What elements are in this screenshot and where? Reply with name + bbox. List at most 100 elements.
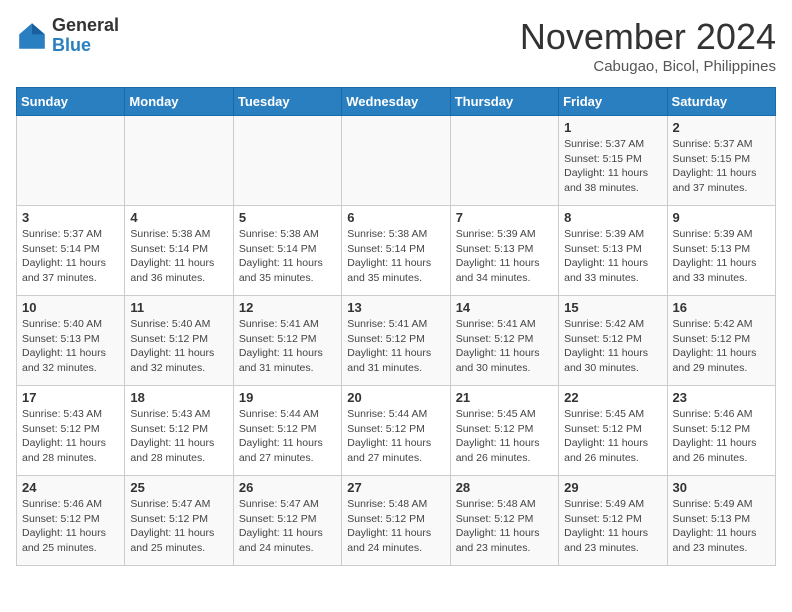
logo-general-text: General: [52, 16, 119, 36]
header-row: SundayMondayTuesdayWednesdayThursdayFrid…: [17, 88, 776, 116]
day-number: 21: [456, 390, 553, 405]
day-info: Sunrise: 5:38 AM Sunset: 5:14 PM Dayligh…: [239, 227, 336, 286]
day-info: Sunrise: 5:41 AM Sunset: 5:12 PM Dayligh…: [347, 317, 444, 376]
day-info: Sunrise: 5:49 AM Sunset: 5:12 PM Dayligh…: [564, 497, 661, 556]
day-info: Sunrise: 5:40 AM Sunset: 5:12 PM Dayligh…: [130, 317, 227, 376]
day-number: 15: [564, 300, 661, 315]
day-cell: 3Sunrise: 5:37 AM Sunset: 5:14 PM Daylig…: [17, 206, 125, 296]
day-cell: 12Sunrise: 5:41 AM Sunset: 5:12 PM Dayli…: [233, 296, 341, 386]
calendar-header: SundayMondayTuesdayWednesdayThursdayFrid…: [17, 88, 776, 116]
day-cell: 18 Sunrise: 5:43 AM Sunset: 5:12 PM Dayli…: [125, 386, 233, 476]
day-info: Sunrise: 5:45 AM Sunset: 5:12 PM Dayligh…: [564, 407, 661, 466]
day-cell: 30Sunrise: 5:49 AM Sunset: 5:13 PM Dayli…: [667, 476, 775, 566]
day-cell: [233, 116, 341, 206]
header-cell-wednesday: Wednesday: [342, 88, 450, 116]
day-cell: 2 Sunrise: 5:37 AM Sunset: 5:15 PM Daylig…: [667, 116, 775, 206]
day-cell: 4 Sunrise: 5:38 AM Sunset: 5:14 PM Daylig…: [125, 206, 233, 296]
day-info: Sunrise: 5:37 AM Sunset: 5:14 PM Dayligh…: [22, 227, 119, 286]
logo-blue-text: Blue: [52, 36, 119, 56]
day-info: Sunrise: 5:38 AM Sunset: 5:14 PM Dayligh…: [130, 227, 227, 286]
day-cell: 26 Sunrise: 5:47 AM Sunset: 5:12 PM Dayli…: [233, 476, 341, 566]
month-title: November 2024: [520, 16, 776, 58]
day-number: 7: [456, 210, 553, 225]
day-cell: [342, 116, 450, 206]
day-cell: 16 Sunrise: 5:42 AM Sunset: 5:12 PM Dayli…: [667, 296, 775, 386]
day-cell: 11 Sunrise: 5:40 AM Sunset: 5:12 PM Dayli…: [125, 296, 233, 386]
day-number: 6: [347, 210, 444, 225]
day-number: 20: [347, 390, 444, 405]
day-info: Sunrise: 5:42 AM Sunset: 5:12 PM Dayligh…: [673, 317, 770, 376]
day-number: 24: [22, 480, 119, 495]
week-row-2: 10Sunrise: 5:40 AM Sunset: 5:13 PM Dayli…: [17, 296, 776, 386]
day-number: 26: [239, 480, 336, 495]
day-cell: 17Sunrise: 5:43 AM Sunset: 5:12 PM Dayli…: [17, 386, 125, 476]
day-info: Sunrise: 5:47 AM Sunset: 5:12 PM Dayligh…: [239, 497, 336, 556]
logo-icon: [16, 20, 48, 52]
day-info: Sunrise: 5:41 AM Sunset: 5:12 PM Dayligh…: [456, 317, 553, 376]
header-cell-sunday: Sunday: [17, 88, 125, 116]
logo: General Blue: [16, 16, 119, 56]
header-cell-monday: Monday: [125, 88, 233, 116]
day-cell: [17, 116, 125, 206]
day-info: Sunrise: 5:46 AM Sunset: 5:12 PM Dayligh…: [22, 497, 119, 556]
day-number: 4: [130, 210, 227, 225]
day-info: Sunrise: 5:38 AM Sunset: 5:14 PM Dayligh…: [347, 227, 444, 286]
logo-text: General Blue: [52, 16, 119, 56]
day-cell: 10Sunrise: 5:40 AM Sunset: 5:13 PM Dayli…: [17, 296, 125, 386]
day-number: 2: [673, 120, 770, 135]
day-cell: 24 Sunrise: 5:46 AM Sunset: 5:12 PM Dayli…: [17, 476, 125, 566]
day-number: 29: [564, 480, 661, 495]
day-info: Sunrise: 5:44 AM Sunset: 5:12 PM Dayligh…: [347, 407, 444, 466]
day-cell: 28 Sunrise: 5:48 AM Sunset: 5:12 PM Dayli…: [450, 476, 558, 566]
day-cell: 29 Sunrise: 5:49 AM Sunset: 5:12 PM Dayli…: [559, 476, 667, 566]
day-info: Sunrise: 5:37 AM Sunset: 5:15 PM Dayligh…: [564, 137, 661, 196]
day-cell: 15Sunrise: 5:42 AM Sunset: 5:12 PM Dayli…: [559, 296, 667, 386]
day-cell: [125, 116, 233, 206]
day-cell: 19Sunrise: 5:44 AM Sunset: 5:12 PM Dayli…: [233, 386, 341, 476]
day-number: 18: [130, 390, 227, 405]
day-number: 9: [673, 210, 770, 225]
day-cell: 6 Sunrise: 5:38 AM Sunset: 5:14 PM Daylig…: [342, 206, 450, 296]
day-number: 8: [564, 210, 661, 225]
day-cell: 21 Sunrise: 5:45 AM Sunset: 5:12 PM Dayli…: [450, 386, 558, 476]
day-number: 14: [456, 300, 553, 315]
day-info: Sunrise: 5:48 AM Sunset: 5:12 PM Dayligh…: [456, 497, 553, 556]
day-number: 11: [130, 300, 227, 315]
day-number: 16: [673, 300, 770, 315]
day-number: 27: [347, 480, 444, 495]
day-cell: 22 Sunrise: 5:45 AM Sunset: 5:12 PM Dayli…: [559, 386, 667, 476]
day-info: Sunrise: 5:46 AM Sunset: 5:12 PM Dayligh…: [673, 407, 770, 466]
day-info: Sunrise: 5:43 AM Sunset: 5:12 PM Dayligh…: [130, 407, 227, 466]
day-number: 25: [130, 480, 227, 495]
location-subtitle: Cabugao, Bicol, Philippines: [520, 58, 776, 75]
calendar-body: 1Sunrise: 5:37 AM Sunset: 5:15 PM Daylig…: [17, 116, 776, 566]
day-number: 5: [239, 210, 336, 225]
day-info: Sunrise: 5:39 AM Sunset: 5:13 PM Dayligh…: [673, 227, 770, 286]
day-info: Sunrise: 5:45 AM Sunset: 5:12 PM Dayligh…: [456, 407, 553, 466]
day-cell: 27 Sunrise: 5:48 AM Sunset: 5:12 PM Dayli…: [342, 476, 450, 566]
day-number: 12: [239, 300, 336, 315]
day-number: 22: [564, 390, 661, 405]
day-number: 23: [673, 390, 770, 405]
day-cell: 7 Sunrise: 5:39 AM Sunset: 5:13 PM Daylig…: [450, 206, 558, 296]
day-info: Sunrise: 5:37 AM Sunset: 5:15 PM Dayligh…: [673, 137, 770, 196]
header: General Blue November 2024 Cabugao, Bico…: [16, 16, 776, 75]
header-cell-saturday: Saturday: [667, 88, 775, 116]
day-cell: 25 Sunrise: 5:47 AM Sunset: 5:12 PM Dayli…: [125, 476, 233, 566]
day-info: Sunrise: 5:39 AM Sunset: 5:13 PM Dayligh…: [456, 227, 553, 286]
header-cell-thursday: Thursday: [450, 88, 558, 116]
day-number: 13: [347, 300, 444, 315]
day-info: Sunrise: 5:47 AM Sunset: 5:12 PM Dayligh…: [130, 497, 227, 556]
day-cell: 20 Sunrise: 5:44 AM Sunset: 5:12 PM Dayli…: [342, 386, 450, 476]
day-cell: 14 Sunrise: 5:41 AM Sunset: 5:12 PM Dayli…: [450, 296, 558, 386]
day-number: 30: [673, 480, 770, 495]
day-cell: 8Sunrise: 5:39 AM Sunset: 5:13 PM Daylig…: [559, 206, 667, 296]
header-cell-friday: Friday: [559, 88, 667, 116]
week-row-1: 3Sunrise: 5:37 AM Sunset: 5:14 PM Daylig…: [17, 206, 776, 296]
calendar-table: SundayMondayTuesdayWednesdayThursdayFrid…: [16, 87, 776, 566]
day-number: 28: [456, 480, 553, 495]
day-info: Sunrise: 5:48 AM Sunset: 5:12 PM Dayligh…: [347, 497, 444, 556]
day-cell: 5 Sunrise: 5:38 AM Sunset: 5:14 PM Daylig…: [233, 206, 341, 296]
week-row-3: 17Sunrise: 5:43 AM Sunset: 5:12 PM Dayli…: [17, 386, 776, 476]
day-number: 19: [239, 390, 336, 405]
